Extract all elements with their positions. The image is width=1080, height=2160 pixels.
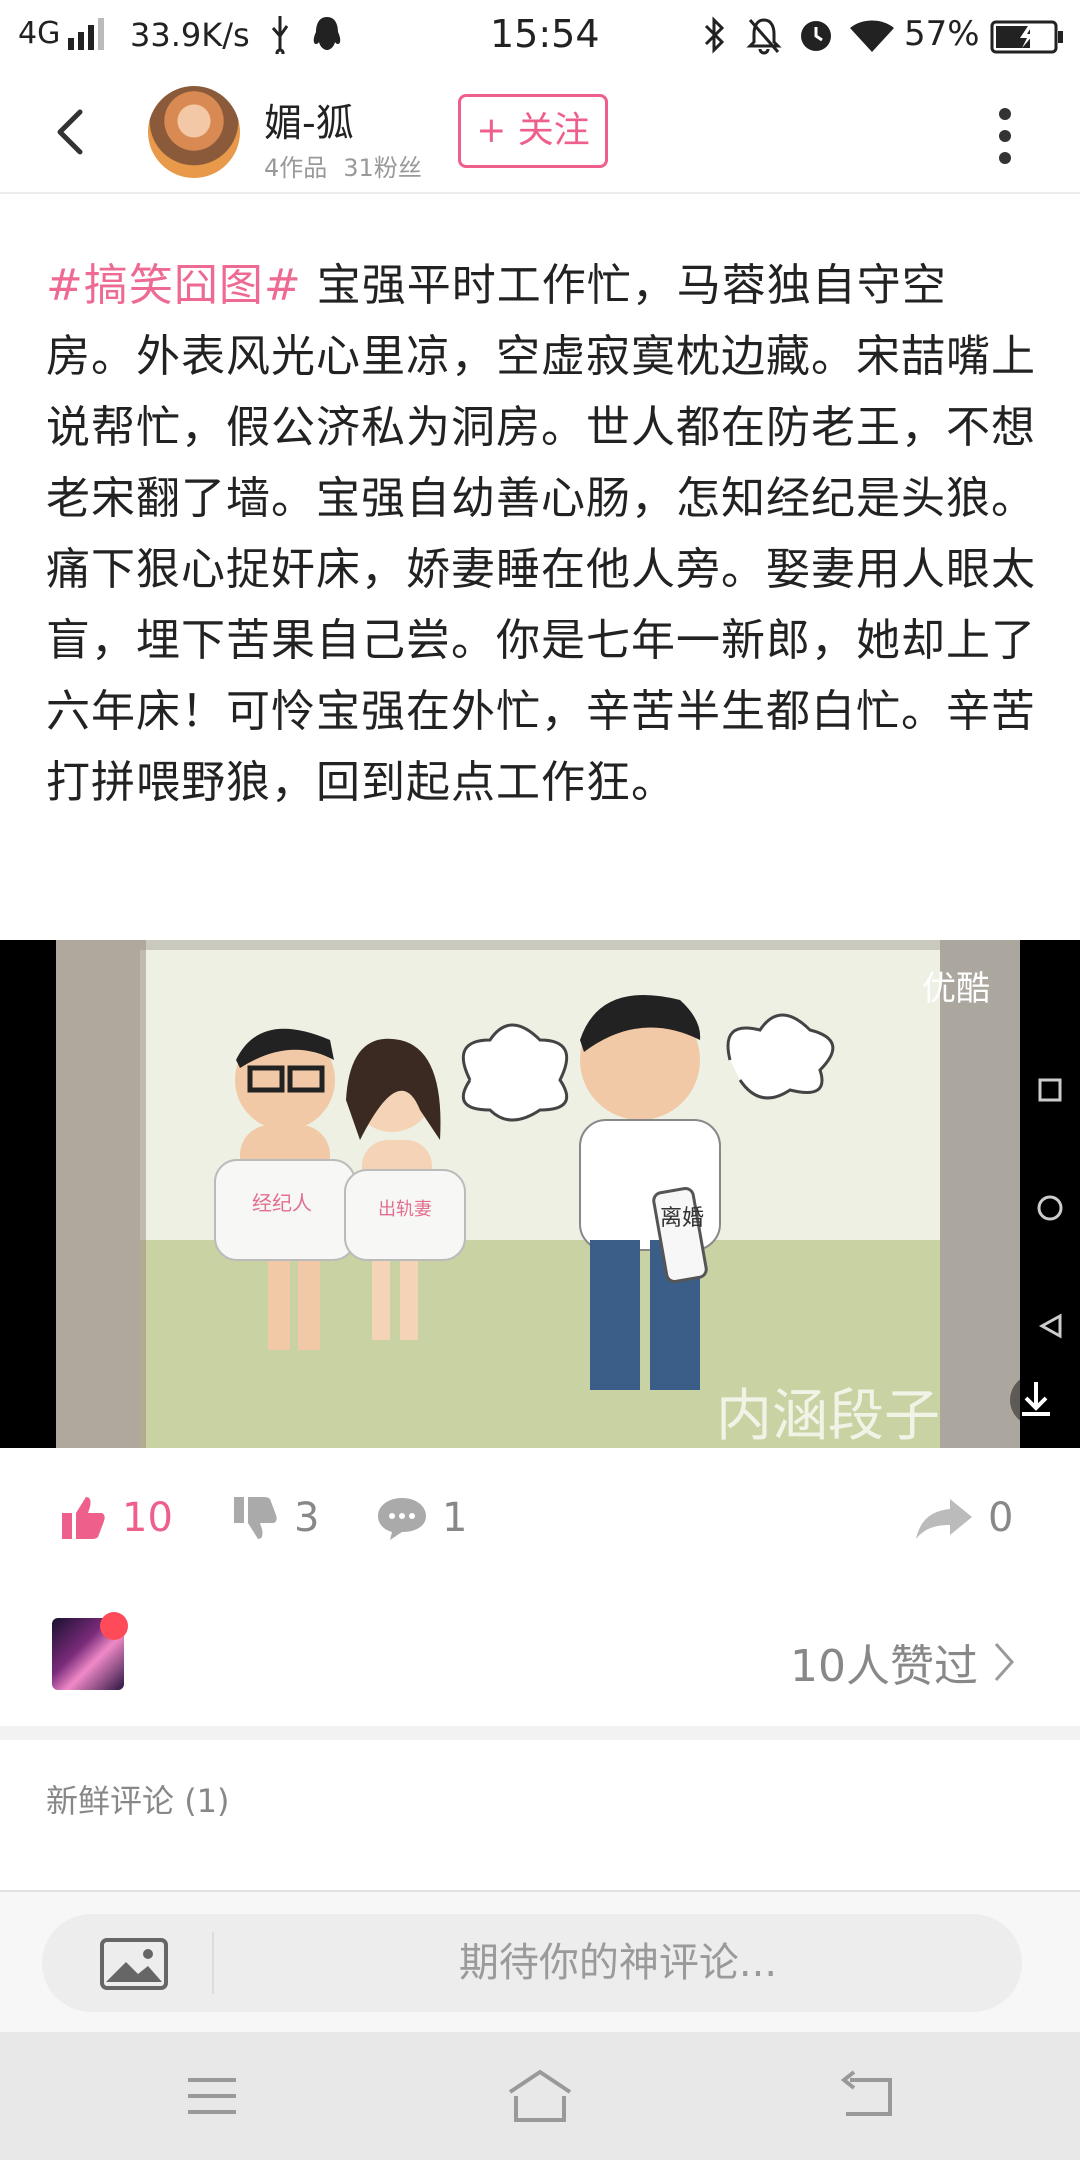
share-arrow-icon	[916, 1499, 972, 1539]
post-image[interactable]: 经纪人 出轨妻 离婚 优酷 内涵段子	[0, 940, 1080, 1448]
fans-count: 31粉丝	[343, 154, 422, 182]
post-hashtag[interactable]: #搞笑囧图#	[46, 260, 302, 311]
comment-input[interactable]: 期待你的神评论...	[214, 1914, 1022, 2012]
thumbs-up-icon	[62, 1497, 105, 1539]
comment-box: 期待你的神评论...	[42, 1914, 1022, 2012]
alarm-icon	[801, 21, 831, 51]
author-name[interactable]: 媚-狐	[264, 92, 354, 147]
qq-icon	[313, 17, 341, 50]
comment-button[interactable]: 1	[376, 1488, 467, 1548]
likers-row[interactable]: 10人赞过	[0, 1578, 1080, 1726]
dislike-button[interactable]: 3	[230, 1488, 319, 1548]
chevron-right-icon	[994, 1643, 1015, 1681]
wifi-icon	[850, 20, 894, 52]
pillow-label-right: 出轨妻	[378, 1199, 432, 1220]
download-icon[interactable]	[1008, 1370, 1064, 1430]
paper-label: 离婚	[660, 1206, 704, 1231]
comment-count: 1	[442, 1495, 468, 1541]
network-speed: 33.9K/s	[130, 16, 250, 54]
post-actions: 10 3 1 0	[0, 1448, 1080, 1578]
system-navigation-bar	[0, 2032, 1080, 2160]
more-options-icon[interactable]	[990, 102, 1020, 166]
author-avatar[interactable]	[148, 86, 240, 178]
share-button[interactable]: 0	[914, 1488, 1013, 1548]
post-header: 媚-狐 4作品 31粉丝 + 关注	[0, 72, 1080, 194]
image-picker-icon[interactable]	[94, 1934, 174, 1994]
comment-bubble-icon	[378, 1498, 426, 1540]
author-stats: 4作品 31粉丝	[264, 148, 438, 183]
share-count: 0	[988, 1495, 1014, 1541]
dislike-count: 3	[294, 1495, 320, 1541]
status-bar: 4G 33.9K/s 15:54 57%	[0, 0, 1080, 72]
pillow-label-left: 经纪人	[252, 1191, 312, 1215]
like-button[interactable]: 10	[58, 1488, 173, 1548]
battery-percent: 57%	[904, 14, 980, 54]
image-caption: 内涵段子	[716, 1384, 940, 1448]
cartoon-illustration: 经纪人 出轨妻 离婚 优酷 内涵段子	[0, 940, 1080, 1448]
post-text: #搞笑囧图# 宝强平时工作忙，马蓉独自守空房。外表风光心里凉，空虚寂寞枕边藏。宋…	[46, 250, 1036, 818]
follow-button[interactable]: + 关注	[458, 94, 608, 168]
thumbs-down-icon	[234, 1497, 277, 1539]
comments-title-count: (1)	[184, 1782, 230, 1820]
likers-count-label: 10人赞过	[790, 1641, 978, 1692]
liker-badge-icon	[100, 1612, 128, 1640]
bluetooth-icon	[704, 16, 725, 54]
likers-count[interactable]: 10人赞过	[790, 1630, 1016, 1694]
back-button[interactable]	[40, 100, 104, 164]
network-type: 4G	[18, 16, 61, 51]
works-count: 4作品	[264, 154, 328, 182]
signal-icon	[68, 18, 104, 50]
post-body: 宝强平时工作忙，马蓉独自守空房。外表风光心里凉，空虚寂寞枕边藏。宋喆嘴上说帮忙，…	[46, 260, 1036, 808]
clock: 15:54	[490, 12, 600, 56]
section-divider	[0, 1726, 1080, 1740]
watermark: 优酷	[922, 969, 990, 1009]
comment-input-bar: 期待你的神评论...	[0, 1890, 1080, 2034]
mute-bell-icon	[746, 18, 782, 55]
home-icon[interactable]	[504, 2066, 576, 2126]
back-nav-icon[interactable]	[840, 2070, 900, 2122]
battery-icon	[990, 20, 1063, 54]
like-count: 10	[122, 1495, 173, 1541]
comments-section-title: 新鲜评论 (1)	[46, 1776, 230, 1822]
menu-icon[interactable]	[182, 2068, 242, 2124]
comments-title-text: 新鲜评论	[46, 1782, 175, 1820]
usb-icon	[271, 16, 289, 54]
